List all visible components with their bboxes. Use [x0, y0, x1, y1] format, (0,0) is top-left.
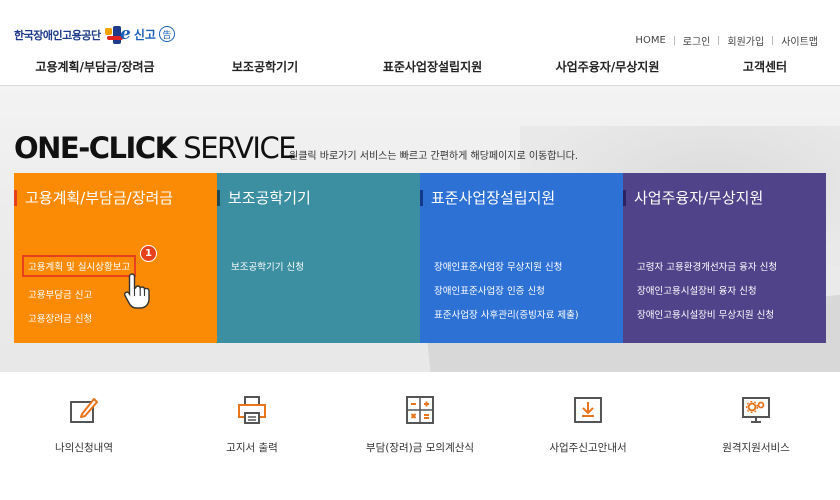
card-accent-bar — [217, 189, 220, 206]
main-nav: 고용계획/부담금/장려금 보조공학기기 표준사업장설립지원 사업주융자/무상지원… — [0, 58, 840, 75]
card-links: 고령자 고용환경개선자금 융자 신청 장애인고용시설장비 융자 신청 장애인고용… — [637, 259, 777, 331]
hero-subtitle: 원클릭 바로가기 서비스는 빠르고 간편하게 해당페이지로 이동합니다. — [289, 151, 579, 162]
card-links: 보조공학기기 신청 — [231, 259, 304, 283]
sitemap-link[interactable]: 사이트맵 — [773, 33, 826, 48]
quick-item-label: 원격지원서비스 — [722, 442, 790, 454]
card-title: 고용계획/부담금/장려금 — [25, 189, 174, 207]
workplace-free-support-link[interactable]: 장애인표준사업장 무상지원 신청 — [434, 262, 562, 273]
workplace-certification-link[interactable]: 장애인표준사업장 인증 신청 — [434, 286, 545, 297]
quick-menu: 나의신청내역 고지서 출력 부담(장려)금 모의계산식 사업주신고안내서 원격지… — [0, 372, 840, 500]
quick-item-label: 나의신청내역 — [55, 442, 113, 454]
list-item: 장애인표준사업장 무상지원 신청 — [434, 259, 579, 273]
list-item: 고용계획 및 실시상황보고 — [22, 255, 137, 277]
list-item: 표준사업장 사후관리(증빙자료 제출) — [434, 307, 579, 321]
card-assistive-tech: 보조공학기기 보조공학기기 신청 — [217, 173, 420, 343]
step-badge: 1 — [140, 245, 157, 262]
e-singo-logo[interactable]: e 신고 告 — [120, 24, 175, 44]
quick-item-my-applications[interactable]: 나의신청내역 — [0, 372, 168, 500]
remote-gear-icon — [742, 397, 770, 423]
list-item: 장애인고용시설장비 무상지원 신청 — [637, 307, 777, 321]
list-item: 고령자 고용환경개선자금 융자 신청 — [637, 259, 777, 273]
hand-pointer-icon — [124, 273, 150, 309]
facility-loan-link[interactable]: 장애인고용시설장비 융자 신청 — [637, 286, 757, 297]
home-link[interactable]: HOME — [627, 35, 673, 46]
nav-item-standard-workplace[interactable]: 표준사업장설립지원 — [340, 58, 525, 75]
quick-item-report-guide[interactable]: 사업주신고안내서 — [504, 372, 672, 500]
calculator-icon — [406, 396, 434, 424]
incentive-apply-link[interactable]: 고용장려금 신청 — [28, 314, 92, 325]
assistive-tech-apply-link[interactable]: 보조공학기기 신청 — [231, 262, 304, 273]
list-item: 보조공학기기 신청 — [231, 259, 304, 273]
workplace-aftercare-link[interactable]: 표준사업장 사후관리(증빙자료 제출) — [434, 310, 579, 321]
card-header: 고용계획/부담금/장려금 — [14, 187, 173, 208]
edit-note-icon — [70, 398, 98, 423]
card-header: 보조공학기기 — [217, 187, 311, 208]
levy-report-link[interactable]: 고용부담금 신고 — [28, 290, 92, 301]
facility-free-support-link[interactable]: 장애인고용시설장비 무상지원 신청 — [637, 310, 774, 321]
utility-links: HOME 로그인 회원가입 사이트맵 — [627, 33, 826, 48]
kead-logo-text: 한국장애인고용공단 — [14, 29, 101, 42]
list-item: 장애인표준사업장 인증 신청 — [434, 283, 579, 297]
card-header: 사업주융자/무상지원 — [623, 187, 763, 208]
card-accent-bar — [14, 189, 17, 206]
card-loan-support: 사업주융자/무상지원 고령자 고용환경개선자금 융자 신청 장애인고용시설장비 … — [623, 173, 826, 343]
download-monitor-icon — [574, 397, 602, 423]
card-accent-bar — [420, 189, 423, 206]
login-link[interactable]: 로그인 — [675, 33, 719, 48]
list-item: 고용장려금 신청 — [28, 311, 136, 325]
hero-title-bold: ONE-CLICK — [14, 131, 177, 165]
quick-item-print-notice[interactable]: 고지서 출력 — [168, 372, 336, 500]
quick-item-levy-calculator[interactable]: 부담(장려)금 모의계산식 — [336, 372, 504, 500]
card-header: 표준사업장설립지원 — [420, 187, 555, 208]
quick-item-label: 부담(장려)금 모의계산식 — [365, 442, 475, 454]
service-cards: 고용계획/부담금/장려금 고용계획 및 실시상황보고 고용부담금 신고 고용장려… — [14, 173, 826, 343]
card-links: 장애인표준사업장 무상지원 신청 장애인표준사업장 인증 신청 표준사업장 사후… — [434, 259, 579, 331]
nav-item-loan-support[interactable]: 사업주융자/무상지원 — [525, 58, 690, 75]
card-employment: 고용계획/부담금/장려금 고용계획 및 실시상황보고 고용부담금 신고 고용장려… — [14, 173, 217, 343]
card-standard-workplace: 표준사업장설립지원 장애인표준사업장 무상지원 신청 장애인표준사업장 인증 신… — [420, 173, 623, 343]
signup-link[interactable]: 회원가입 — [719, 33, 772, 48]
hero-title: ONE-CLICK SERVICE — [14, 131, 297, 165]
card-accent-bar — [623, 189, 626, 206]
site-header: 한국장애인고용공단 e 신고 告 HOME 로그인 회원가입 사이트맵 고용계획… — [0, 0, 840, 86]
quick-item-remote-support[interactable]: 원격지원서비스 — [672, 372, 840, 500]
card-title: 사업주융자/무상지원 — [634, 189, 764, 207]
list-item: 장애인고용시설장비 융자 신청 — [637, 283, 777, 297]
quick-item-label: 고지서 출력 — [226, 442, 278, 454]
card-links: 고용계획 및 실시상황보고 고용부담금 신고 고용장려금 신청 — [22, 255, 137, 335]
quick-item-label: 사업주신고안내서 — [549, 442, 627, 454]
card-title: 보조공학기기 — [228, 189, 311, 207]
elderly-loan-link[interactable]: 고령자 고용환경개선자금 융자 신청 — [637, 262, 777, 273]
kead-logo[interactable]: 한국장애인고용공단 — [14, 26, 125, 44]
employment-plan-report-link[interactable]: 고용계획 및 실시상황보고 — [22, 255, 137, 277]
e-logo-mark: 告 — [158, 26, 175, 42]
printer-icon — [238, 396, 266, 424]
e-logo-letter: e — [120, 24, 131, 44]
card-title: 표준사업장설립지원 — [431, 189, 556, 207]
list-item: 고용부담금 신고 — [28, 287, 136, 301]
nav-item-assistive-tech[interactable]: 보조공학기기 — [190, 58, 340, 75]
e-logo-text: 신고 — [133, 27, 156, 42]
nav-item-employment[interactable]: 고용계획/부담금/장려금 — [0, 58, 190, 75]
nav-item-customer-center[interactable]: 고객센터 — [690, 58, 840, 75]
hero-title-rest: SERVICE — [175, 131, 296, 165]
